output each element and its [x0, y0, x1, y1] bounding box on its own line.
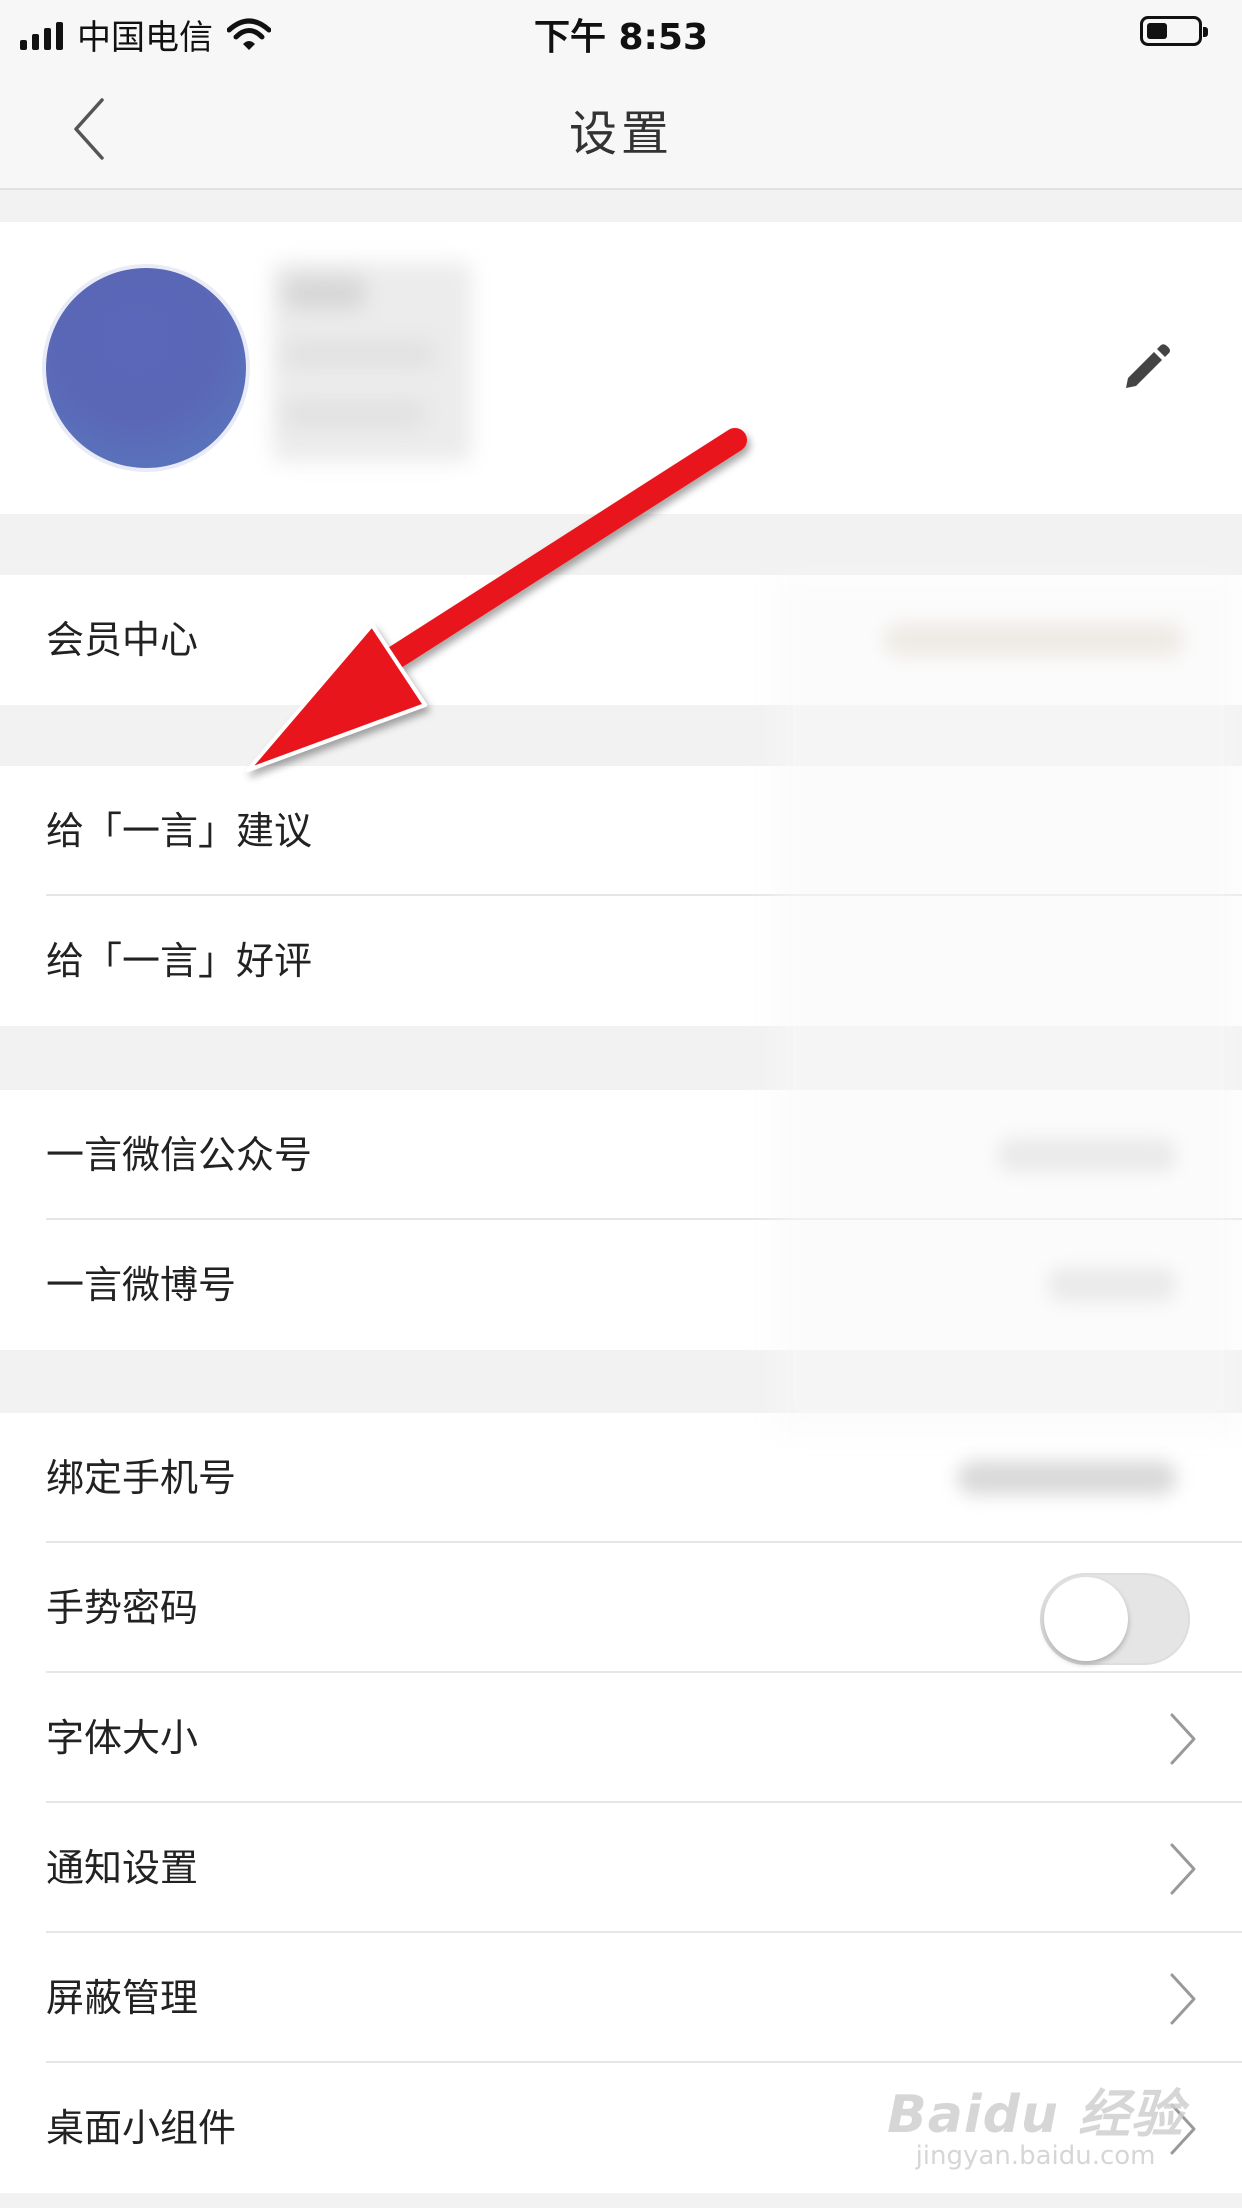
phone-value-blur	[957, 1461, 1177, 1495]
chevron-right-icon	[1170, 1843, 1196, 1895]
row-font-size[interactable]: 字体大小	[0, 1673, 1242, 1803]
row-label: 手势密码	[46, 1586, 199, 1630]
blurred-info-line-2	[285, 402, 425, 426]
blurred-username-text	[285, 277, 365, 309]
nav-bar: 设置	[0, 64, 1242, 190]
row-label: 屏蔽管理	[46, 1976, 199, 2020]
chevron-right-icon	[1170, 1713, 1196, 1765]
blurred-info-line	[285, 342, 435, 366]
status-time: 下午 8:53	[533, 17, 709, 58]
gesture-password-toggle[interactable]	[1040, 1573, 1190, 1665]
edit-pencil-icon[interactable]	[1118, 340, 1174, 396]
battery-icon	[1140, 16, 1208, 46]
status-bar: 中国电信 下午 8:53	[0, 0, 1242, 64]
row-label: 一言微博号	[46, 1263, 237, 1307]
row-label: 桌面小组件	[46, 2106, 237, 2150]
watermark: Baidu 经验 jingyan.baidu.com	[887, 2072, 1184, 2171]
row-label: 会员中心	[46, 618, 199, 662]
row-block-management[interactable]: 屏蔽管理	[0, 1933, 1242, 2063]
toggle-knob	[1044, 1577, 1128, 1661]
row-notification[interactable]: 通知设置	[0, 1803, 1242, 1933]
profile-card[interactable]	[0, 222, 1242, 514]
row-label: 字体大小	[46, 1716, 199, 1760]
chevron-right-icon	[1170, 1973, 1196, 2025]
row-label: 绑定手机号	[46, 1456, 237, 1500]
avatar[interactable]	[46, 268, 246, 468]
row-label: 一言微信公众号	[46, 1133, 313, 1177]
watermark-url: jingyan.baidu.com	[915, 2141, 1156, 2171]
row-gesture-password: 手势密码	[0, 1543, 1242, 1673]
row-label: 给「一言」好评	[46, 939, 313, 983]
page-title: 设置	[568, 106, 673, 162]
row-label: 给「一言」建议	[46, 809, 313, 853]
row-label: 通知设置	[46, 1846, 199, 1890]
privacy-blur-overlay	[775, 575, 1242, 1435]
watermark-brand: Baidu 经验	[887, 2085, 1184, 2145]
